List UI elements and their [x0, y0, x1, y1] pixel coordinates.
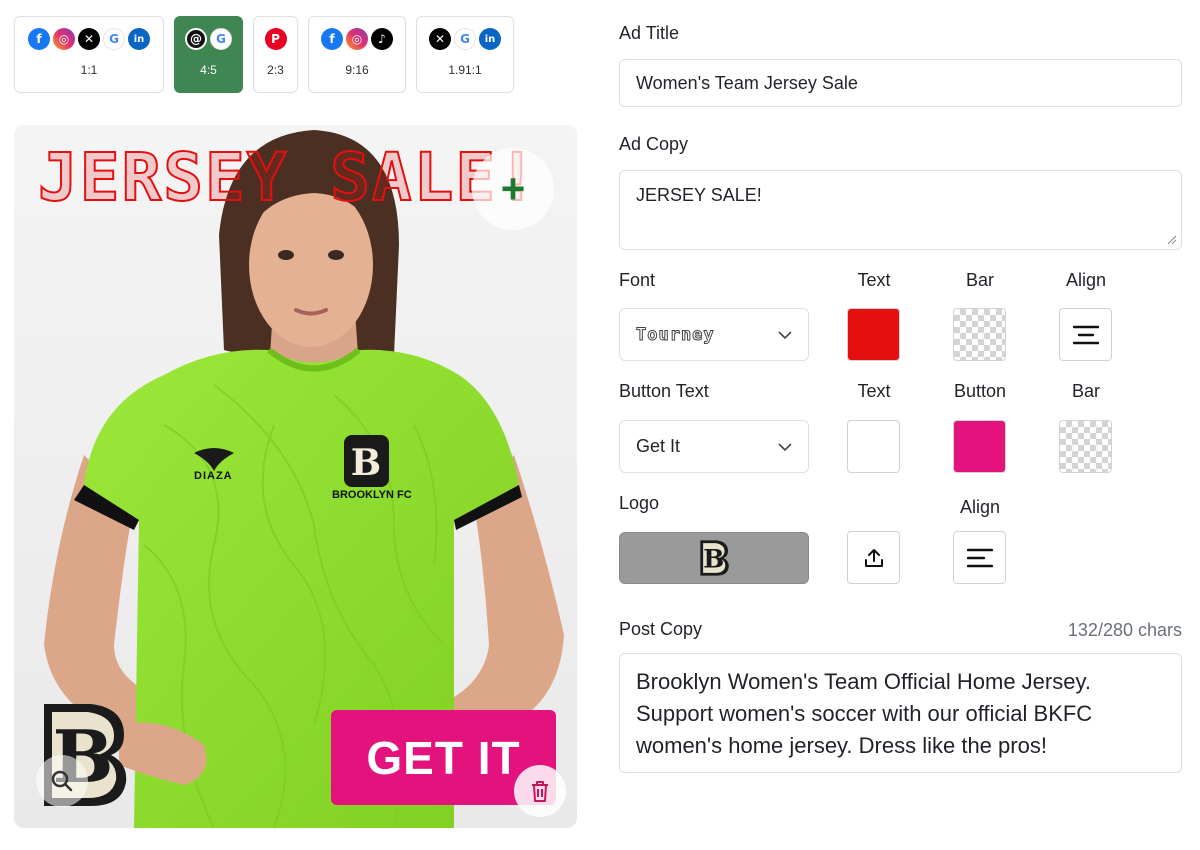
button-text-value: Get It — [636, 436, 681, 456]
x-icon: ✕ — [78, 28, 100, 50]
jersey-brand-text: DIAZA — [194, 470, 233, 482]
logo-letter: B — [703, 544, 724, 573]
post-copy-char-count: 132/280 chars — [1067, 620, 1182, 640]
upload-icon — [864, 548, 883, 567]
upload-logo-button[interactable] — [847, 531, 900, 584]
button-color-swatch[interactable] — [953, 420, 1006, 473]
ratio-label: 1:1 — [80, 63, 98, 77]
button-bar-color-swatch[interactable] — [1059, 420, 1112, 473]
google-icon: G — [103, 28, 125, 50]
ad-copy-textarea[interactable]: JERSEY SALE! — [619, 170, 1182, 250]
chevron-down-icon — [778, 442, 792, 451]
google-icon: G — [454, 28, 476, 50]
ad-copy-label: Ad Copy — [619, 134, 689, 154]
post-copy-label: Post Copy — [619, 619, 703, 639]
logo-label: Logo — [619, 493, 660, 513]
ratio-tab-1-1[interactable]: f ◎ ✕ G in 1:1 — [14, 16, 164, 93]
button-bar-label: Bar — [1071, 381, 1100, 401]
chevron-down-icon — [778, 330, 792, 339]
ratio-tab-2-3[interactable]: P 2:3 — [253, 16, 298, 93]
post-copy-textarea[interactable]: Brooklyn Women's Team Official Home Jers… — [619, 653, 1182, 773]
threads-icon: @ — [185, 28, 207, 50]
trash-icon — [532, 781, 548, 802]
plus-icon: + — [500, 165, 526, 212]
ad-title-label: Ad Title — [619, 23, 680, 43]
x-icon: ✕ — [429, 28, 451, 50]
linkedin-icon: in — [128, 28, 150, 50]
headline-text-color-swatch[interactable] — [847, 308, 900, 361]
tiktok-icon: ♪ — [371, 28, 393, 50]
platform-icons: f ◎ ♪ — [321, 27, 393, 51]
button-text-color-swatch[interactable] — [847, 420, 900, 473]
align-center-icon — [1072, 325, 1099, 344]
button-text-color-label: Text — [857, 381, 891, 401]
button-text-select[interactable]: Get It — [619, 420, 809, 473]
google-icon: G — [210, 28, 232, 50]
logo-align-label: Align — [959, 497, 1001, 517]
platform-icons: ✕ G in — [429, 27, 501, 51]
ratio-tab-9-16[interactable]: f ◎ ♪ 9:16 — [308, 16, 406, 93]
font-value: Tourney — [636, 324, 715, 345]
pinterest-icon: P — [264, 28, 287, 50]
facebook-icon: f — [28, 28, 50, 50]
headline-bar-color-swatch[interactable] — [953, 308, 1006, 361]
font-label: Font — [619, 270, 656, 290]
magnifier-icon — [51, 770, 73, 792]
headline-align-button[interactable] — [1059, 308, 1112, 361]
ratio-label: 2:3 — [267, 63, 284, 77]
platform-icons: P — [264, 27, 287, 51]
ratio-tab-1-91-1[interactable]: ✕ G in 1.91:1 — [416, 16, 514, 93]
align-label: Align — [1065, 270, 1107, 290]
ratio-label: 4:5 — [200, 63, 217, 77]
aspect-ratio-selector: f ◎ ✕ G in 1:1 @ G 4:5 P 2:3 f ◎ ♪ 9:16 … — [14, 16, 514, 93]
jersey-club-text: BROOKLYN FC — [332, 489, 412, 501]
bar-color-label: Bar — [965, 270, 994, 290]
ad-copy-value: JERSEY SALE! — [636, 185, 762, 205]
zoom-button[interactable] — [36, 755, 88, 807]
logo-preview[interactable]: B — [619, 532, 809, 584]
ratio-label: 9:16 — [345, 63, 369, 77]
post-copy-value: Brooklyn Women's Team Official Home Jers… — [636, 669, 1093, 758]
button-color-label: Button — [953, 381, 1007, 401]
add-element-button[interactable]: + — [472, 148, 554, 230]
brooklyn-logo-icon: B — [700, 540, 729, 576]
ad-title-input[interactable]: Women's Team Jersey Sale — [619, 59, 1182, 107]
platform-icons: f ◎ ✕ G in — [28, 27, 150, 51]
linkedin-icon: in — [479, 28, 501, 50]
facebook-icon: f — [321, 28, 343, 50]
instagram-icon: ◎ — [53, 28, 75, 50]
align-left-icon — [966, 548, 993, 567]
ratio-tab-4-5[interactable]: @ G 4:5 — [174, 16, 243, 93]
platform-icons: @ G — [185, 27, 232, 51]
logo-align-button[interactable] — [953, 531, 1006, 584]
ad-title-value: Women's Team Jersey Sale — [636, 72, 858, 93]
instagram-icon: ◎ — [346, 28, 368, 50]
resize-handle-icon[interactable] — [1167, 235, 1177, 245]
font-select[interactable]: Tourney — [619, 308, 809, 361]
button-text-label: Button Text — [619, 381, 709, 401]
ad-preview: B JERSEY SALE! JERSEY SALE! DIAZA BROOKL… — [14, 125, 577, 828]
brooklyn-fc-crest: B — [344, 435, 389, 487]
svg-text:B: B — [351, 442, 381, 484]
delete-button[interactable] — [514, 765, 566, 817]
ratio-label: 1.91:1 — [448, 63, 482, 77]
text-color-label: Text — [857, 270, 891, 290]
